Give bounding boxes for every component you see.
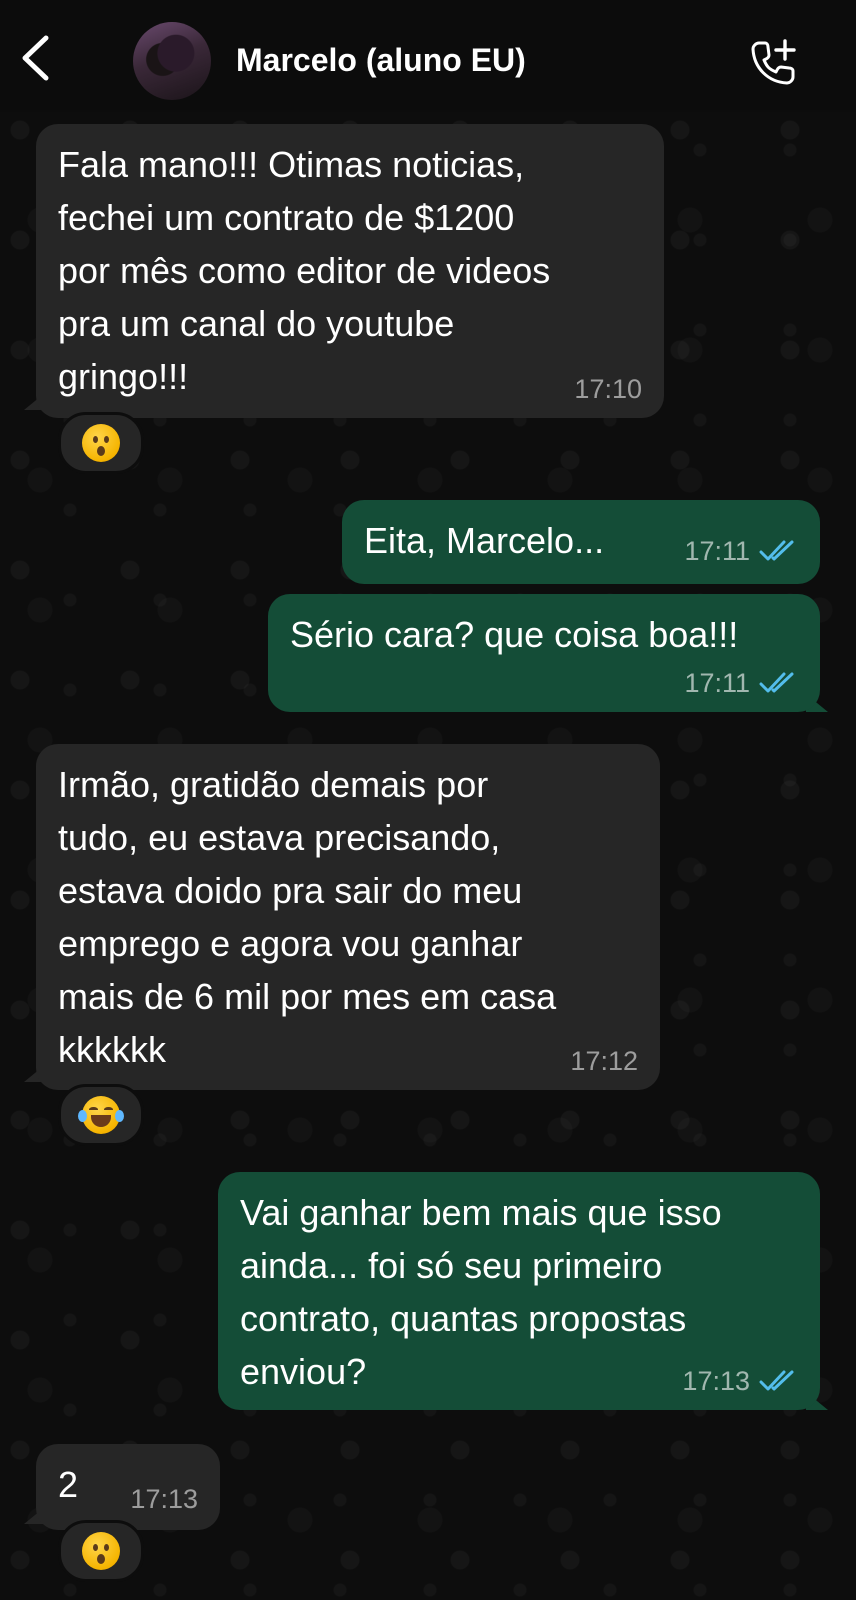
message-text: Fala mano!!! Otimas noticias, fechei um … (58, 144, 551, 397)
read-ticks-icon (759, 1370, 794, 1391)
message-time: 17:10 (574, 374, 642, 404)
message-time: 17:13 (130, 1484, 198, 1514)
hushed-face-icon (82, 424, 120, 462)
message-bubble-incoming[interactable]: Irmão, gratidão demais por tudo, eu esta… (36, 744, 660, 1090)
read-ticks-icon (759, 672, 794, 693)
avatar[interactable] (133, 22, 211, 100)
message-text: Irmão, gratidão demais por tudo, eu esta… (58, 764, 557, 1070)
back-button[interactable] (10, 30, 60, 86)
message-text: Sério cara? que coisa boa!!! (290, 614, 739, 655)
message-time: 17:11 (684, 536, 798, 566)
hushed-face-icon (82, 1532, 120, 1570)
message-bubble-incoming[interactable]: 2 17:13 (36, 1444, 220, 1530)
message-time: 17:12 (570, 1046, 638, 1076)
message-time: 17:13 (682, 1366, 798, 1396)
phone-add-icon (751, 39, 796, 85)
reaction-badge[interactable] (58, 1520, 144, 1582)
reaction-badge[interactable] (58, 412, 144, 474)
contact-name[interactable]: Marcelo (aluno EU) (236, 42, 526, 79)
chat-header: Marcelo (aluno EU) (0, 0, 856, 112)
message-time: 17:11 (684, 668, 798, 698)
read-ticks-icon (759, 540, 794, 561)
chevron-left-icon (22, 35, 49, 81)
message-bubble-outgoing[interactable]: Eita, Marcelo... 17:11 (342, 500, 820, 584)
message-bubble-outgoing[interactable]: Vai ganhar bem mais que isso ainda... fo… (218, 1172, 820, 1410)
message-bubble-outgoing[interactable]: Sério cara? que coisa boa!!! 17:11 (268, 594, 820, 712)
face-with-tears-of-joy-icon (78, 1096, 124, 1134)
message-bubble-incoming[interactable]: Fala mano!!! Otimas noticias, fechei um … (36, 124, 664, 418)
reaction-badge[interactable] (58, 1084, 144, 1146)
add-call-button[interactable] (744, 34, 804, 90)
